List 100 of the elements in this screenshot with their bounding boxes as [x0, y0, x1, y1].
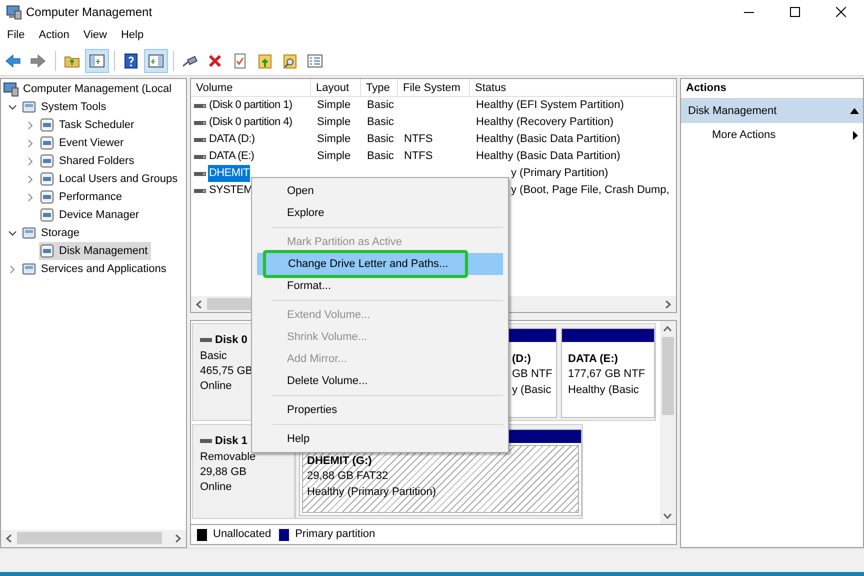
folder-search-icon [281, 52, 299, 70]
menu-item[interactable]: Help [116, 25, 149, 45]
expand-chevron-icon[interactable] [10, 264, 14, 274]
tree-item[interactable]: System Tools [21, 98, 110, 116]
disk-name: Disk 0 [215, 333, 248, 348]
collapse-chevron-icon[interactable] [8, 230, 16, 236]
partition-size: 29,88 GB FAT32 [307, 469, 390, 484]
partition-status: Healthy (Primary Partition) [307, 485, 437, 500]
scroll-left-icon[interactable] [5, 534, 13, 543]
menu-item[interactable]: File [2, 25, 30, 45]
table-cell-text: Basic [367, 149, 394, 164]
table-cell-text: Healthy (EFI System Partition) [476, 98, 624, 114]
back-arrow-icon [4, 52, 22, 70]
panel-icon [88, 52, 106, 70]
drive-icon [194, 172, 206, 176]
toolbar-button[interactable] [85, 48, 109, 72]
drive-icon [194, 188, 206, 192]
table-cell[interactable]: DATA (D:) [208, 131, 256, 148]
console-icon [21, 99, 37, 115]
menu-item[interactable]: Open [257, 180, 503, 202]
partition-size: GB NTF [512, 367, 554, 382]
menu-item[interactable]: Properties [257, 399, 503, 421]
disk-info: 29,88 GB [200, 464, 248, 480]
expand-chevron-icon[interactable] [28, 192, 32, 202]
table-cell-text: NTFS [404, 132, 433, 148]
partition-size: 177,67 GB NTF [568, 367, 646, 382]
scroll-down-icon[interactable] [663, 512, 672, 520]
table-cell-text: Healthy (Basic Data Partition) [476, 149, 620, 164]
expand-chevron-icon[interactable] [28, 156, 32, 166]
tree-item[interactable]: Device Manager [39, 206, 142, 224]
drive-icon [194, 120, 206, 124]
tree-item[interactable]: Services and Applications [21, 260, 170, 278]
close-icon [836, 7, 846, 17]
panel-icon [147, 52, 165, 70]
collapse-triangle-icon [850, 108, 859, 114]
tree-item[interactable]: Disk Management [39, 242, 151, 260]
column-header[interactable]: Status [470, 79, 674, 97]
submenu-arrow-icon [853, 130, 858, 140]
console-icon [21, 225, 37, 241]
drive-icon [194, 154, 206, 158]
partition-box[interactable]: DATA (E:) 177,67 GB NTF Healthy (Basic [561, 328, 655, 418]
legend-label: Unallocated [213, 527, 272, 542]
menu-item[interactable]: Change Drive Letter and Paths... [257, 253, 503, 275]
horizontal-scrollbar[interactable] [1, 530, 186, 546]
table-cell-text: Simple [317, 98, 351, 114]
disk-name: Disk 1 [215, 434, 248, 449]
scrollbar-thumb[interactable] [17, 532, 162, 544]
window-title: Computer Management [26, 4, 152, 21]
column-header[interactable]: File System [398, 79, 470, 97]
scroll-right-icon[interactable] [664, 300, 672, 309]
console-icon [21, 261, 37, 277]
column-header[interactable]: Volume [191, 79, 311, 97]
table-cell[interactable]: (Disk 0 partition 1) [208, 97, 294, 114]
partition-status: Healthy (Basic [568, 383, 640, 398]
column-header[interactable]: Type [361, 79, 398, 97]
menu-item[interactable]: View [78, 25, 112, 45]
scroll-right-icon[interactable] [174, 534, 182, 543]
drive-icon [194, 104, 206, 108]
table-cell-text: Healthy (Basic Data Partition) [476, 132, 620, 148]
collapse-chevron-icon[interactable] [8, 104, 16, 110]
menu-item[interactable]: Delete Volume... [257, 370, 503, 392]
tree-item[interactable]: Performance [39, 188, 125, 206]
tree-item[interactable]: Event Viewer [39, 134, 127, 152]
menu-item[interactable]: Format... [257, 275, 503, 297]
help-icon [122, 52, 140, 70]
scrollbar-thumb[interactable] [662, 337, 674, 415]
scroll-up-icon[interactable] [663, 325, 672, 333]
toolbar-button[interactable] [144, 48, 168, 72]
table-cell[interactable]: DHEMIT [208, 165, 250, 182]
expand-chevron-icon[interactable] [28, 138, 32, 148]
table-cell[interactable]: (Disk 0 partition 4) [208, 114, 294, 131]
vertical-scrollbar[interactable] [660, 321, 676, 524]
tree-item[interactable]: Computer Management (Local [3, 80, 175, 98]
menu-item[interactable]: Explore [257, 202, 503, 224]
tree-item[interactable]: Local Users and Groups [39, 170, 181, 188]
partition-header-bar [506, 329, 556, 342]
partition-name: DHEMIT (G:) [307, 454, 373, 469]
table-cell-text: y (Boot, Page File, Crash Dump, [511, 183, 670, 198]
table-cell-text: Basic [367, 98, 394, 114]
tree-item[interactable]: Storage [21, 224, 83, 242]
drive-icon [194, 138, 206, 142]
partition-name: DATA (E:) [568, 352, 619, 367]
menu-item[interactable]: Action [34, 25, 74, 45]
action-link[interactable]: More Actions [681, 123, 863, 147]
maximize-icon [790, 7, 800, 17]
drive-icon [200, 439, 212, 444]
expand-chevron-icon[interactable] [28, 174, 32, 184]
table-cell[interactable]: DATA (E:) [208, 148, 256, 165]
action-section-header[interactable]: Disk Management [681, 99, 863, 123]
disk-info: Removable [200, 450, 257, 464]
disk-info: Online [200, 480, 233, 494]
column-header[interactable]: Layout [311, 79, 361, 97]
expand-chevron-icon[interactable] [28, 120, 32, 130]
tree-item[interactable]: Shared Folders [39, 152, 138, 170]
tree-item[interactable]: Task Scheduler [39, 116, 138, 134]
drive-icon [200, 338, 212, 342]
table-cell-text: Simple [317, 149, 351, 164]
scroll-left-icon[interactable] [195, 300, 203, 309]
list-icon [306, 52, 324, 70]
partition-name: (D:) [512, 352, 532, 367]
